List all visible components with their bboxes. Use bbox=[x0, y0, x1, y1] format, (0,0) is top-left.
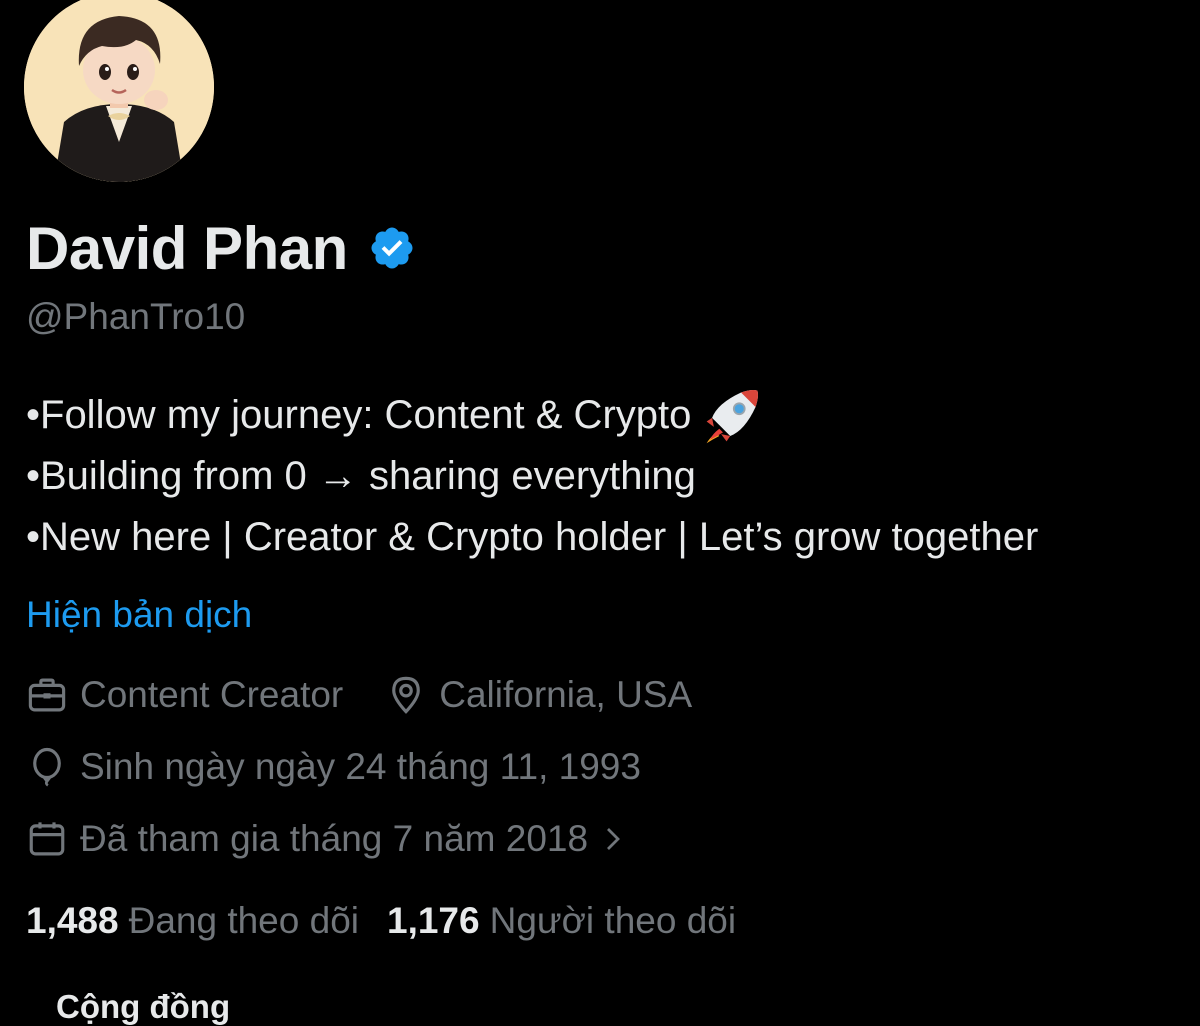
follow-stats: 1,488 Đang theo dõi 1,176 Người theo dõi bbox=[26, 900, 736, 942]
location-item: California, USA bbox=[385, 674, 692, 716]
joined-text: Đã tham gia tháng 7 năm 2018 bbox=[80, 818, 589, 859]
profile-meta-row: Sinh ngày ngày 24 tháng 11, 1993 bbox=[26, 746, 641, 788]
profile-name-row: David Phan bbox=[26, 210, 416, 286]
bio: •Follow my journey: Content & Crypto •Bu… bbox=[26, 385, 1186, 568]
location-text: California, USA bbox=[439, 674, 693, 715]
chevron-right-icon bbox=[607, 828, 621, 850]
bio-line: •Follow my journey: Content & Crypto bbox=[26, 385, 1186, 446]
birthday-text: Sinh ngày ngày 24 tháng 11, 1993 bbox=[80, 746, 641, 787]
bio-line-text: •Building from 0 → sharing everything bbox=[26, 454, 696, 498]
joined-item[interactable]: Đã tham gia tháng 7 năm 2018 bbox=[26, 818, 628, 860]
profession-text: Content Creator bbox=[80, 674, 344, 715]
avatar[interactable] bbox=[24, 0, 214, 182]
followers-count: 1,176 bbox=[387, 900, 480, 941]
bio-line: •Building from 0 → sharing everything bbox=[26, 446, 1186, 507]
followers-link[interactable]: 1,176 Người theo dõi bbox=[387, 900, 736, 942]
following-link[interactable]: 1,488 Đang theo dõi bbox=[26, 900, 359, 942]
birthday-item: Sinh ngày ngày 24 tháng 11, 1993 bbox=[26, 746, 641, 788]
followers-label: Người theo dõi bbox=[489, 900, 737, 941]
tab-community[interactable]: Cộng đồng bbox=[56, 988, 230, 1026]
profile-meta-row: Content Creator California, USA bbox=[26, 674, 692, 716]
show-translation-link[interactable]: Hiện bản dịch bbox=[26, 594, 252, 636]
verified-badge-icon[interactable] bbox=[368, 224, 416, 272]
balloon-icon bbox=[33, 747, 61, 787]
display-name: David Phan bbox=[26, 214, 348, 282]
rocket-icon bbox=[707, 389, 759, 443]
following-label: Đang theo dõi bbox=[128, 900, 359, 941]
bio-line-text: •New here | Creator & Crypto holder | Le… bbox=[26, 515, 1039, 559]
location-pin-icon bbox=[392, 676, 421, 714]
profile-meta-row: Đã tham gia tháng 7 năm 2018 bbox=[26, 818, 628, 860]
calendar-icon bbox=[29, 822, 65, 856]
following-count: 1,488 bbox=[26, 900, 119, 941]
profession-item: Content Creator bbox=[26, 674, 343, 716]
bio-line-text: •Follow my journey: Content & Crypto bbox=[26, 393, 692, 437]
briefcase-icon bbox=[28, 678, 66, 712]
bio-line: •New here | Creator & Crypto holder | Le… bbox=[26, 507, 1186, 568]
username-handle: @PhanTro10 bbox=[26, 296, 246, 337]
avatar-illustration bbox=[24, 0, 214, 182]
